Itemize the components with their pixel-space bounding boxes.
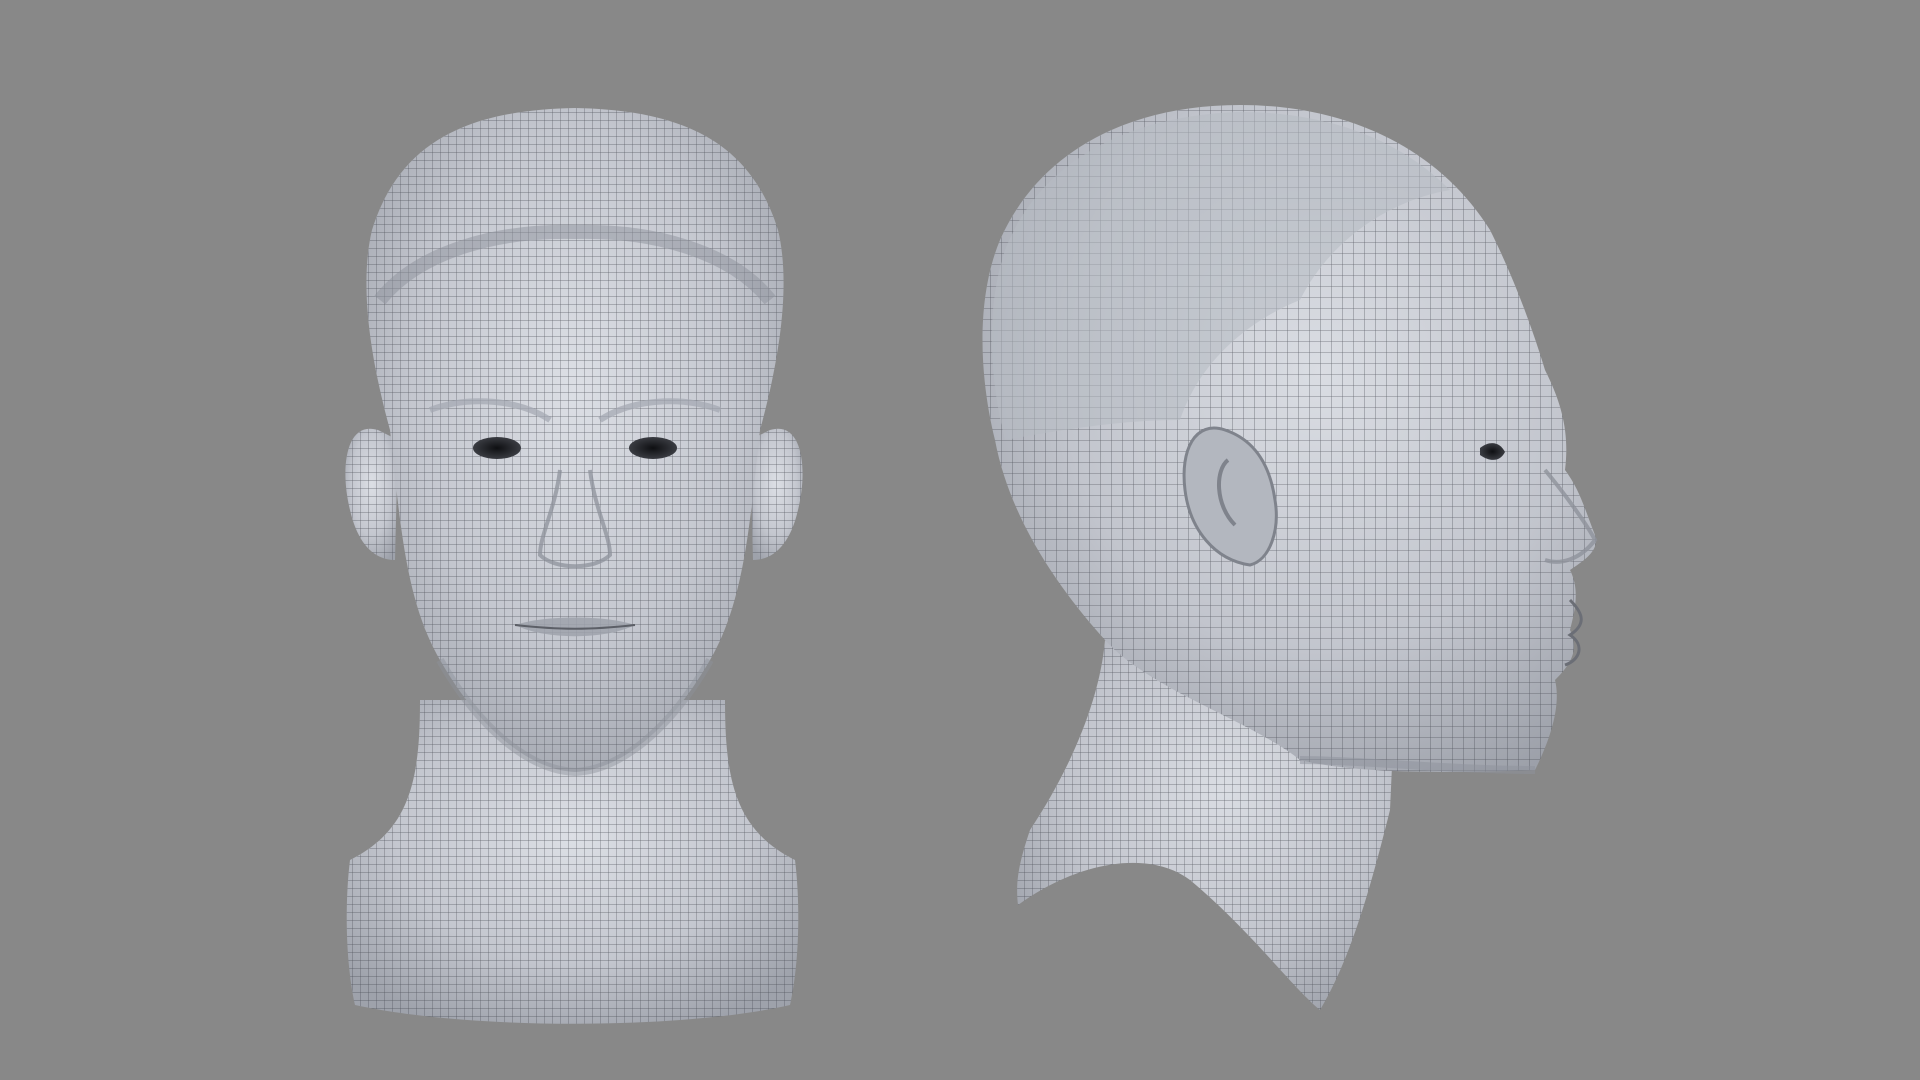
front-right-eye xyxy=(629,437,677,459)
head-side-view xyxy=(982,105,1598,1010)
head-front-view xyxy=(345,108,803,1024)
render-scene xyxy=(345,105,1598,1024)
front-left-eye xyxy=(473,437,521,459)
viewport xyxy=(0,0,1920,1080)
